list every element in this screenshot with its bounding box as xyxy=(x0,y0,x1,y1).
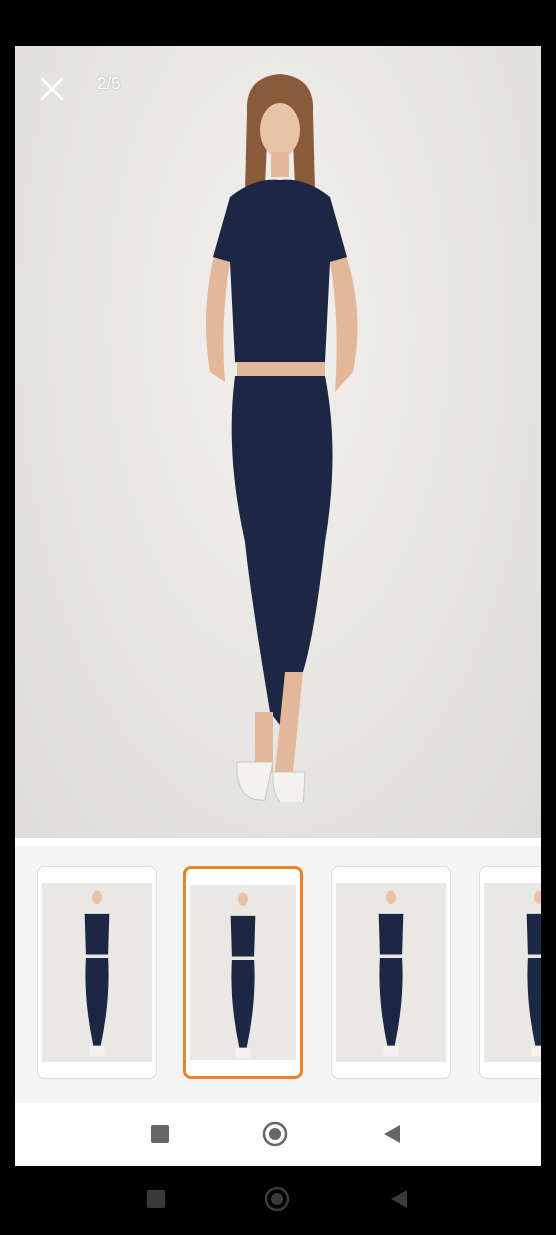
thumbnail-4[interactable] xyxy=(479,866,541,1079)
outer-recent-apps-button[interactable] xyxy=(141,1184,171,1214)
thumbnail-photo xyxy=(484,883,541,1062)
inner-navigation-bar xyxy=(15,1103,541,1166)
product-photo-model xyxy=(206,74,358,802)
outer-home-button[interactable] xyxy=(262,1184,292,1214)
thumbnail-2-selected[interactable] xyxy=(183,866,303,1079)
close-button[interactable] xyxy=(37,74,67,104)
outer-navigation-bar xyxy=(0,1166,556,1235)
back-button[interactable] xyxy=(377,1119,407,1149)
thumbnail-photo xyxy=(336,883,446,1062)
thumbnail-model xyxy=(378,890,404,1056)
outer-back-button[interactable] xyxy=(384,1184,414,1214)
thumbnail-model xyxy=(526,890,541,1056)
close-icon xyxy=(40,77,64,101)
image-viewer[interactable]: 2/5 xyxy=(15,46,541,838)
home-button[interactable] xyxy=(260,1119,290,1149)
thumbnail-3[interactable] xyxy=(331,866,451,1079)
thumbnail-1[interactable] xyxy=(37,866,157,1079)
thumbnail-photo xyxy=(190,885,296,1060)
image-counter: 2/5 xyxy=(97,74,121,93)
thumbnail-strip[interactable] xyxy=(15,846,541,1103)
recent-apps-button[interactable] xyxy=(145,1119,175,1149)
thumbnail-model xyxy=(230,892,256,1058)
square-icon xyxy=(151,1125,169,1143)
thumbnail-photo xyxy=(42,883,152,1062)
screen: 2/5 xyxy=(15,46,541,1166)
circle-home-icon xyxy=(262,1121,288,1147)
thumbnail-model xyxy=(84,890,110,1056)
circle-home-icon xyxy=(264,1186,290,1212)
triangle-back-icon xyxy=(384,1125,400,1143)
square-icon xyxy=(147,1190,165,1208)
triangle-back-icon xyxy=(391,1190,407,1208)
